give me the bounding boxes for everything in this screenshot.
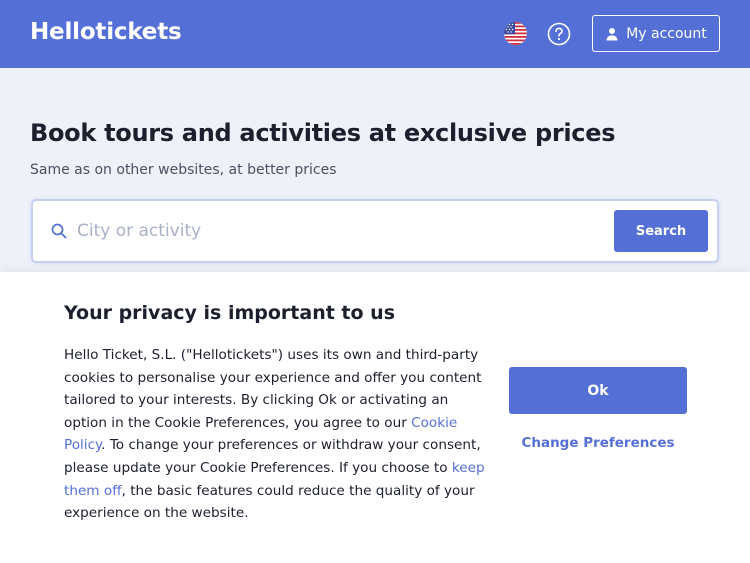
us-flag-icon[interactable]	[504, 22, 527, 45]
search-input[interactable]	[77, 213, 597, 249]
top-navigation-bar: Hellotickets My account	[0, 0, 750, 68]
my-account-label: My account	[626, 25, 707, 42]
change-preferences-button[interactable]: Change Preferences	[509, 435, 687, 451]
cookie-consent-banner: Your privacy is important to us Hello Ti…	[0, 272, 750, 563]
cookie-text-part3: , the basic features could reduce the qu…	[64, 482, 475, 522]
search-bar: Search	[31, 199, 719, 263]
cookie-banner-title: Your privacy is important to us	[64, 302, 396, 324]
hellotickets-logo[interactable]: Hellotickets	[30, 19, 182, 45]
cookie-banner-text: Hello Ticket, S.L. ("Hellotickets") uses…	[64, 344, 488, 525]
my-account-button[interactable]: My account	[592, 15, 720, 52]
ok-button[interactable]: Ok	[509, 367, 687, 414]
page-title: Book tours and activities at exclusive p…	[30, 119, 616, 147]
page-subtitle: Same as on other websites, at better pri…	[30, 162, 337, 178]
user-icon	[606, 27, 618, 40]
search-button[interactable]: Search	[614, 210, 708, 252]
question-circle-icon[interactable]	[547, 22, 571, 46]
cookie-text-part2: . To change your preferences or withdraw…	[64, 437, 481, 476]
search-icon	[51, 223, 67, 239]
